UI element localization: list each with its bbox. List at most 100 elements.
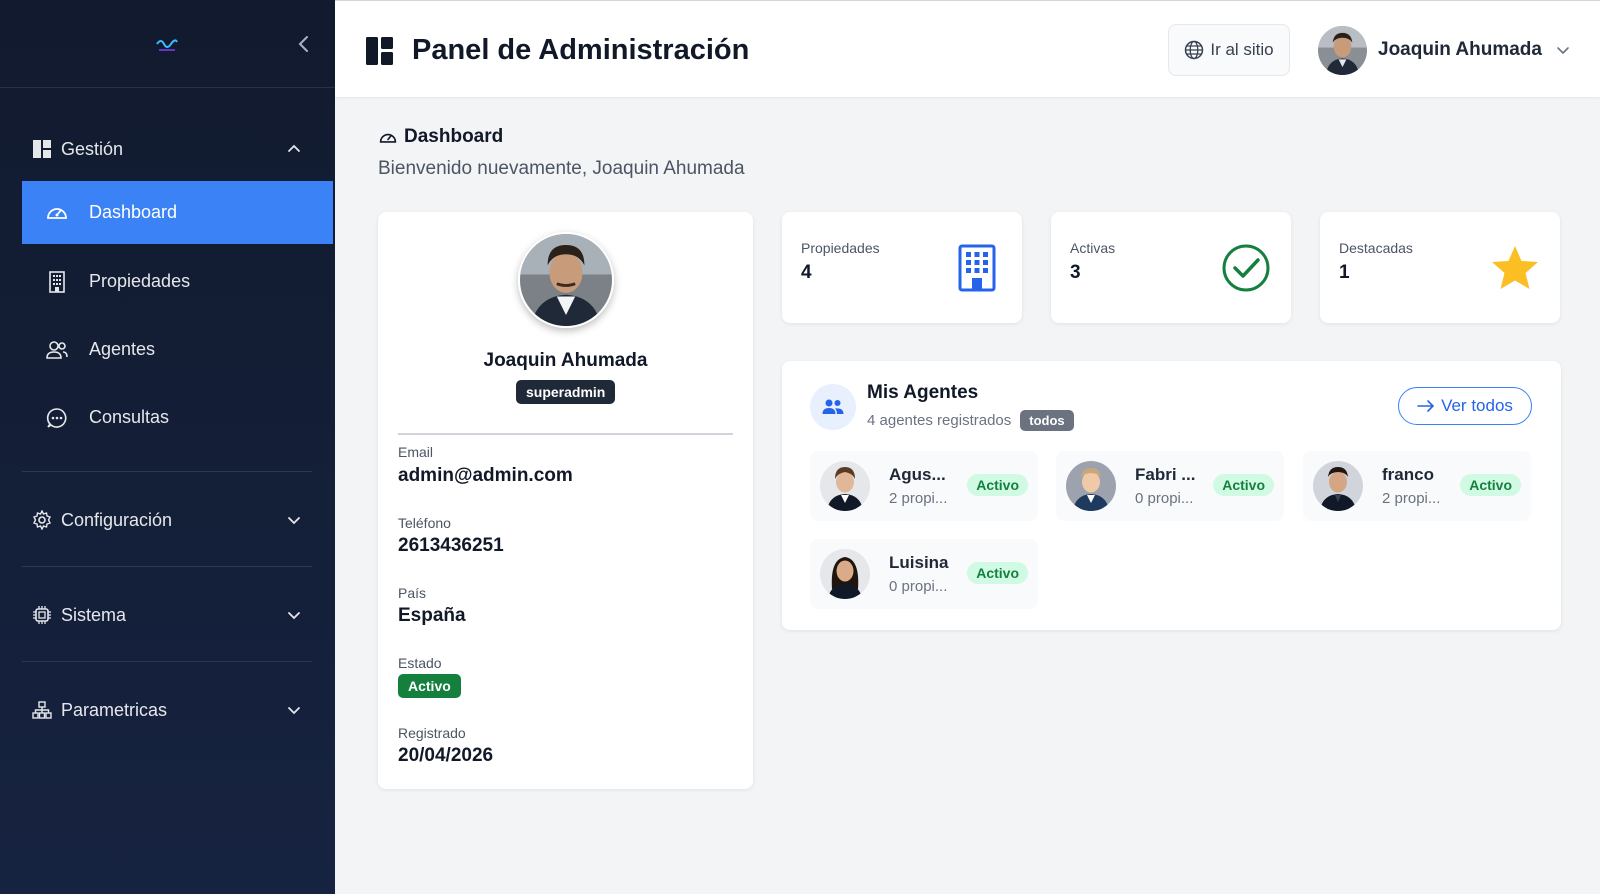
chevron-down-icon <box>1557 47 1569 55</box>
sidebar-section-gestion[interactable]: Gestión <box>22 127 312 171</box>
agent-name: Fabri ... <box>1135 465 1196 484</box>
email-value: admin@admin.com <box>398 465 573 486</box>
stat-value: 1 <box>1339 262 1350 283</box>
stat-label: Propiedades <box>801 240 880 256</box>
gear-icon <box>31 509 53 531</box>
building-icon <box>952 243 1002 293</box>
agent-card[interactable]: Luisina 0 propi... Activo <box>810 539 1038 609</box>
user-name: Joaquin Ahumada <box>1378 39 1542 60</box>
filter-badge: todos <box>1020 410 1074 431</box>
agent-card[interactable]: franco 2 propi... Activo <box>1303 451 1531 521</box>
status-badge: Activo <box>967 562 1028 584</box>
agent-card[interactable]: Fabri ... 0 propi... Activo <box>1056 451 1284 521</box>
sidebar-section-configuracion[interactable]: Configuración <box>22 498 312 542</box>
agent-properties: 2 propi... <box>889 490 948 507</box>
sidebar-item-agentes[interactable]: Agentes <box>22 318 333 381</box>
stat-value: 3 <box>1070 262 1081 283</box>
country-label: País <box>398 585 427 601</box>
stat-card-activas: Activas 3 <box>1051 212 1291 323</box>
stat-label: Destacadas <box>1339 240 1413 256</box>
avatar <box>1066 461 1116 511</box>
sidebar-divider <box>22 661 312 662</box>
layout-icon <box>366 37 393 65</box>
sidebar: Gestión Dashboard Propiedades Agentes Co… <box>0 0 335 894</box>
sidebar-section-label: Gestión <box>61 138 124 159</box>
agent-card[interactable]: Agus... 2 propi... Activo <box>810 451 1038 521</box>
agents-subtitle-row: 4 agentes registrados todos <box>867 410 1074 431</box>
country-value: España <box>398 605 466 626</box>
view-all-label: Ver todos <box>1441 396 1513 415</box>
sidebar-item-label: Dashboard <box>89 202 178 222</box>
welcome-text: Bienvenido nuevamente, Joaquin Ahumada <box>378 158 745 179</box>
chevron-down-icon <box>288 612 300 620</box>
registered-label: Registrado <box>398 725 466 741</box>
top-header: Panel de Administración Ir al sitio Joaq… <box>335 0 1600 97</box>
building-icon <box>45 270 69 294</box>
sidebar-item-dashboard[interactable]: Dashboard <box>22 181 333 244</box>
star-icon <box>1490 243 1540 293</box>
stat-label: Activas <box>1070 240 1116 256</box>
hierarchy-icon <box>31 699 53 721</box>
sidebar-section-label: Configuración <box>61 509 173 530</box>
avatar <box>1313 461 1363 511</box>
agent-name: franco <box>1382 465 1434 484</box>
agents-title: Mis Agentes <box>867 382 979 403</box>
agent-properties: 0 propi... <box>889 578 948 595</box>
avatar <box>820 461 870 511</box>
agent-name: Agus... <box>889 465 946 484</box>
registered-value: 20/04/2026 <box>398 745 494 766</box>
user-menu[interactable]: Joaquin Ahumada <box>1318 25 1570 75</box>
status-badge: Activo <box>398 674 461 698</box>
speedometer-icon <box>45 201 69 225</box>
people-icon <box>810 384 856 430</box>
chevron-down-icon <box>288 707 300 715</box>
status-badge: Activo <box>1213 474 1274 496</box>
agent-properties: 0 propi... <box>1135 490 1194 507</box>
sidebar-item-label: Agentes <box>89 339 156 359</box>
sidebar-brand <box>0 0 335 88</box>
sidebar-item-label: Propiedades <box>89 271 191 291</box>
collapse-sidebar-icon[interactable] <box>294 32 314 56</box>
sidebar-item-label: Consultas <box>89 407 170 427</box>
page-title: Panel de Administración <box>412 34 750 66</box>
check-circle-icon <box>1221 243 1271 293</box>
role-badge: superadmin <box>516 380 616 404</box>
brand-logo-icon <box>156 39 178 51</box>
arrow-right-icon <box>1417 400 1435 412</box>
page-heading: Dashboard <box>378 126 503 148</box>
layout-icon <box>31 138 53 160</box>
sidebar-divider <box>22 471 312 472</box>
avatar <box>820 549 870 599</box>
sidebar-section-label: Sistema <box>61 604 127 625</box>
chip-icon <box>31 604 53 626</box>
people-icon <box>45 338 69 362</box>
stat-value: 4 <box>801 262 812 283</box>
chat-icon <box>45 406 69 430</box>
profile-avatar <box>518 232 614 328</box>
view-all-button[interactable]: Ver todos <box>1398 387 1532 425</box>
go-to-site-label: Ir al sitio <box>1210 40 1274 59</box>
go-to-site-button[interactable]: Ir al sitio <box>1168 24 1290 76</box>
sidebar-item-propiedades[interactable]: Propiedades <box>22 250 333 313</box>
status-badge: Activo <box>1460 474 1521 496</box>
sidebar-item-consultas[interactable]: Consultas <box>22 386 333 449</box>
chevron-down-icon <box>288 517 300 525</box>
speedometer-icon <box>379 133 397 143</box>
stat-card-propiedades: Propiedades 4 <box>782 212 1022 323</box>
avatar <box>1318 25 1367 75</box>
section-title: Dashboard <box>404 126 504 147</box>
agents-card: Mis Agentes 4 agentes registrados todos … <box>782 361 1561 630</box>
chevron-up-icon <box>288 144 300 152</box>
profile-card: Joaquin Ahumada superadmin Email admin@a… <box>378 212 753 789</box>
agent-name: Luisina <box>889 553 949 572</box>
globe-icon <box>1185 40 1204 60</box>
phone-label: Teléfono <box>398 515 451 531</box>
sidebar-section-sistema[interactable]: Sistema <box>22 593 312 637</box>
divider <box>398 433 733 435</box>
sidebar-divider <box>22 566 312 567</box>
sidebar-section-parametricas[interactable]: Parametricas <box>22 688 312 732</box>
status-label: Estado <box>398 655 442 671</box>
stat-card-destacadas: Destacadas 1 <box>1320 212 1560 323</box>
agents-count: 4 agentes registrados <box>867 412 1012 429</box>
profile-name: Joaquin Ahumada <box>483 350 648 371</box>
